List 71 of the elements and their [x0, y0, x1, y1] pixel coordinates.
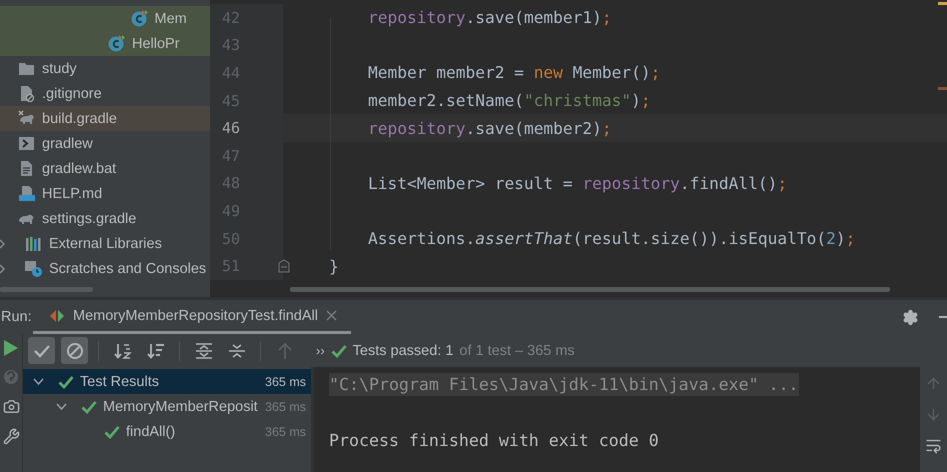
- passed-check-icon: [104, 424, 120, 438]
- chevron-right-icon[interactable]: [0, 238, 7, 248]
- scrollbar-thumb[interactable]: [290, 287, 890, 292]
- tree-item[interactable]: gradlew: [0, 131, 210, 156]
- library-icon: [25, 235, 42, 252]
- code-line: repository.save(member1);: [368, 8, 612, 28]
- scrollbar-thumb[interactable]: [0, 287, 93, 292]
- expand-all-icon: [194, 342, 212, 360]
- console-line: Process finished with exit code 0: [329, 430, 659, 452]
- tree-item[interactable]: settings.gradle: [0, 206, 210, 231]
- fold-marker-icon[interactable]: [278, 259, 290, 274]
- tree-item[interactable]: .gitignore: [0, 81, 210, 106]
- chevron-down-icon[interactable]: [56, 402, 67, 410]
- show-passed-toggle[interactable]: [28, 337, 55, 364]
- test-name: MemoryMemberReposit: [103, 398, 259, 414]
- code-line: member2.setName("christmas");: [368, 91, 651, 110]
- folder-icon: [18, 60, 35, 77]
- test-result-row[interactable]: MemoryMemberReposit 365 ms: [23, 394, 311, 419]
- tree-item[interactable]: HELP.md: [0, 181, 210, 206]
- chevron-right-icon[interactable]: [0, 264, 7, 274]
- code-line: }: [329, 256, 339, 276]
- tree-item[interactable]: Mem: [0, 6, 210, 31]
- show-passed-icon: [32, 344, 50, 358]
- tree-item[interactable]: Scratches and Consoles: [0, 256, 210, 281]
- test-duration: 365 ms: [265, 400, 306, 414]
- test-status: Tests passed: 1: [352, 342, 454, 358]
- test-run-icon: [49, 308, 65, 322]
- test-name: findAll(): [126, 424, 176, 440]
- passed-check-icon: [58, 374, 74, 388]
- code-line: Member member2 = new Member();: [368, 63, 660, 82]
- chevron-down-icon[interactable]: [33, 378, 44, 386]
- gradle-file-icon: [18, 110, 35, 127]
- class-icon: [130, 10, 148, 27]
- camera-icon[interactable]: [2, 398, 20, 415]
- close-icon[interactable]: [326, 310, 337, 321]
- tree-item[interactable]: External Libraries: [0, 231, 210, 256]
- test-result-row[interactable]: Test Results 365 ms: [23, 369, 311, 394]
- previous-icon: [276, 342, 292, 360]
- markdown-file-icon: [18, 185, 35, 202]
- line-number: 46: [220, 119, 240, 138]
- tree-item[interactable]: HelloPr: [0, 31, 210, 56]
- run-icon[interactable]: [4, 340, 18, 356]
- scratches-icon: [25, 260, 42, 277]
- test-summary: of 1 test – 365 ms: [459, 342, 575, 358]
- test-duration: 365 ms: [265, 374, 306, 388]
- code-line: repository.save(member2);: [368, 118, 612, 138]
- wrench-icon[interactable]: [2, 428, 20, 445]
- show-ignored-icon: [66, 342, 84, 360]
- terminal-icon: [18, 135, 35, 152]
- tree-item[interactable]: study: [0, 56, 210, 81]
- soft-wrap-icon[interactable]: [925, 437, 942, 454]
- passed-check-icon: [330, 344, 347, 358]
- text-file-icon: [18, 160, 35, 177]
- test-result-row[interactable]: findAll() 365 ms: [23, 419, 311, 444]
- ignored-file-icon: [18, 85, 35, 102]
- class-icon: [108, 35, 125, 52]
- code-line: List<Member> result = repository.findAll();: [368, 174, 788, 193]
- test-duration: 365 ms: [265, 424, 306, 438]
- tree-item[interactable]: build.gradle: [0, 106, 210, 131]
- settings-icon[interactable]: [902, 308, 919, 326]
- run-tab[interactable]: MemoryMemberRepositoryTest.findAll: [33, 300, 351, 334]
- sort-alpha-icon: [114, 342, 132, 360]
- run-label: Run:: [1, 309, 33, 325]
- test-name: Test Results: [80, 374, 160, 390]
- more-button[interactable]: ››: [316, 343, 325, 358]
- passed-check-icon: [81, 400, 97, 414]
- show-ignored-toggle[interactable]: [61, 337, 88, 364]
- tree-item[interactable]: gradlew.bat: [0, 156, 210, 181]
- collapse-all-icon: [228, 342, 246, 360]
- sort-duration-icon: [146, 342, 164, 360]
- code-line: Assertions.assertThat(result.size()).isEqualTo(2);: [368, 229, 856, 248]
